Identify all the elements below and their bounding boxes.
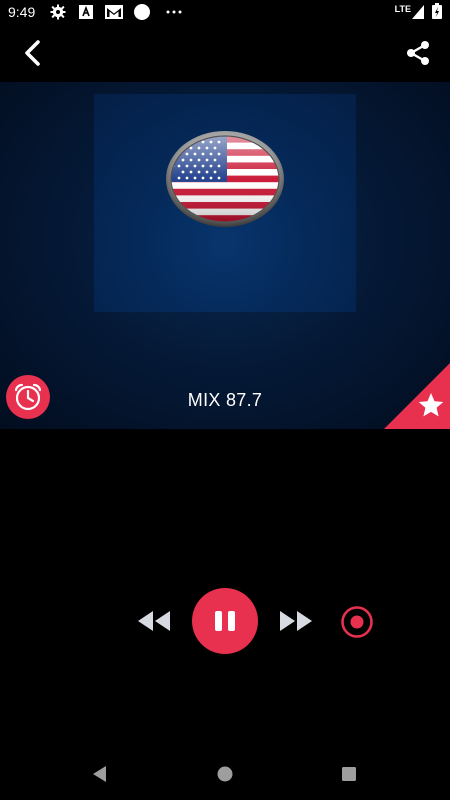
rewind-button[interactable]	[134, 606, 174, 636]
alarm-clock-icon	[14, 383, 42, 411]
status-bar: 9:49 LTE	[0, 0, 450, 24]
alarm-button[interactable]	[6, 375, 50, 419]
us-flag-icon	[165, 130, 285, 228]
battery-icon	[432, 2, 442, 22]
recents-square-icon	[342, 767, 356, 781]
network-label: LTE	[394, 4, 411, 14]
nav-home-button[interactable]	[213, 762, 237, 786]
share-button[interactable]	[400, 35, 436, 71]
a-icon	[77, 3, 95, 21]
favorite-button[interactable]	[384, 363, 450, 429]
nav-recents-button[interactable]	[337, 762, 361, 786]
status-time: 9:49	[8, 4, 36, 20]
station-name: MIX 87.7	[187, 390, 263, 410]
more-icon	[165, 3, 183, 21]
record-button[interactable]	[339, 604, 375, 640]
record-icon	[341, 606, 373, 638]
chevron-left-icon	[25, 40, 40, 66]
circle-icon	[133, 3, 151, 21]
status-left: 9:49	[8, 3, 183, 21]
system-nav-bar	[0, 748, 450, 800]
station-artwork	[94, 94, 356, 312]
now-playing-panel: MIX 87.7	[0, 82, 450, 429]
home-circle-icon	[217, 766, 233, 782]
share-icon	[407, 41, 429, 65]
pause-icon	[215, 611, 235, 631]
play-pause-button[interactable]	[192, 588, 258, 654]
app-bar	[0, 24, 450, 82]
nav-back-button[interactable]	[88, 762, 112, 786]
back-button[interactable]	[14, 35, 50, 71]
gmail-icon	[105, 3, 124, 21]
signal-icon: LTE	[395, 5, 424, 19]
fast-forward-button[interactable]	[276, 606, 316, 636]
playback-controls	[0, 588, 450, 654]
fast-forward-icon	[280, 611, 312, 631]
gear-icon	[49, 3, 67, 21]
back-triangle-icon	[93, 766, 106, 782]
status-right: LTE	[395, 2, 442, 22]
rewind-icon	[138, 611, 170, 631]
